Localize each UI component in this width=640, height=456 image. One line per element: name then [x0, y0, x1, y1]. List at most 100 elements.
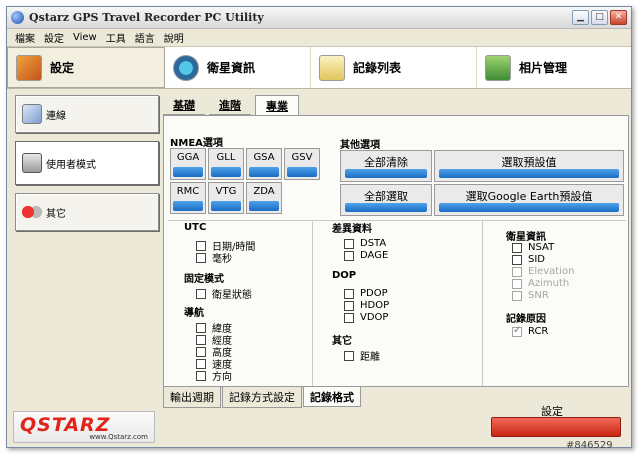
option-pdop[interactable]: PDOP — [344, 288, 388, 299]
checkbox[interactable] — [196, 346, 206, 357]
nmea-gsa-label: GSA — [253, 152, 275, 163]
tab-basic[interactable]: 基礎 — [163, 95, 205, 115]
fix-mode-title: 固定模式 — [184, 274, 224, 285]
tab-log-format[interactable]: 記錄格式 — [303, 387, 361, 407]
select-google-earth-button[interactable]: 選取Google Earth預設值 — [434, 184, 624, 216]
sidebar-item-connect[interactable]: 連線 — [15, 95, 159, 133]
tab-advanced[interactable]: 進階 — [209, 95, 251, 115]
checkbox — [512, 290, 522, 301]
checkbox[interactable] — [512, 254, 522, 265]
option-vdop[interactable]: VDOP — [344, 312, 388, 323]
option-hdop[interactable]: HDOP — [344, 300, 389, 311]
select-google-earth-label: 選取Google Earth預設值 — [465, 190, 593, 203]
checkbox[interactable] — [344, 250, 354, 261]
tab-satellite-label: 衛星資訊 — [207, 61, 256, 75]
sidebar-item-user-mode[interactable]: 使用者模式 — [15, 141, 159, 185]
nmea-gga-button[interactable]: GGA — [170, 148, 206, 180]
tab-output-period[interactable]: 輸出週期 — [163, 387, 221, 408]
nmea-gsa-button[interactable]: GSA — [246, 148, 282, 180]
nmea-zda-button[interactable]: ZDA — [246, 182, 282, 214]
checkbox[interactable] — [344, 312, 354, 323]
checkbox[interactable] — [512, 242, 522, 253]
option-label: DAGE — [360, 250, 389, 261]
nmea-gsv-label: GSV — [291, 152, 313, 163]
checkbox[interactable] — [196, 240, 206, 251]
option-satellite-status[interactable]: 衛星狀態 — [196, 288, 252, 301]
tab-log-method[interactable]: 記錄方式設定 — [222, 387, 302, 408]
option-dsta[interactable]: DSTA — [344, 238, 386, 249]
clear-all-button[interactable]: 全部清除 — [340, 150, 432, 182]
sidebar-item-label: 使用者模式 — [46, 159, 96, 171]
option-label: 毫秒 — [212, 254, 232, 265]
menu-tools[interactable]: 工具 — [106, 30, 126, 45]
select-default-button[interactable]: 選取預設值 — [434, 150, 624, 182]
nmea-gll-button[interactable]: GLL — [208, 148, 244, 180]
tab-photo-manager[interactable]: 相片管理 — [477, 47, 631, 88]
menu-settings[interactable]: 設定 — [44, 30, 64, 45]
select-default-bar — [439, 169, 619, 178]
tab-settings[interactable]: 設定 — [7, 47, 165, 88]
option-heading[interactable]: 方向 — [196, 370, 232, 383]
minimize-button[interactable]: ▁ — [572, 10, 589, 25]
sidebar-item-label: 連線 — [46, 110, 66, 122]
app-window: Qstarz GPS Travel Recorder PC Utility ▁ … — [6, 6, 632, 448]
menu-file[interactable]: 檔案 — [15, 30, 35, 45]
sidebar-item-other[interactable]: 其它 — [15, 193, 159, 231]
tab-settings-label: 設定 — [50, 61, 75, 75]
checkbox[interactable] — [196, 322, 206, 333]
checkbox[interactable] — [344, 350, 354, 361]
checkbox[interactable] — [344, 300, 354, 311]
apply-button[interactable] — [491, 417, 621, 437]
nmea-zda-bar — [249, 201, 279, 211]
connect-icon — [22, 104, 42, 124]
checkbox — [512, 278, 522, 289]
option-distance[interactable]: 距離 — [344, 350, 380, 363]
option-label: DSTA — [360, 238, 387, 249]
nmea-gsv-button[interactable]: GSV — [284, 148, 320, 180]
menu-language[interactable]: 語言 — [135, 30, 155, 45]
app-icon — [11, 11, 24, 24]
sub-tab-bar: 基礎 進階 專業 — [163, 95, 303, 115]
option-label: Elevation — [528, 266, 575, 277]
nmea-vtg-button[interactable]: VTG — [208, 182, 244, 214]
checkbox[interactable] — [344, 288, 354, 299]
option-milliseconds[interactable]: 毫秒 — [196, 252, 232, 265]
checkbox[interactable] — [196, 334, 206, 345]
option-sid[interactable]: SID — [512, 254, 545, 265]
settings-icon — [16, 54, 42, 81]
option-nsat[interactable]: NSAT — [512, 242, 554, 253]
option-label: SID — [528, 254, 545, 265]
option-label: 距離 — [360, 352, 380, 363]
tab-satellite-info[interactable]: 衛星資訊 — [165, 47, 311, 88]
checkbox[interactable] — [196, 370, 206, 381]
tab-log-list[interactable]: 記錄列表 — [311, 47, 477, 88]
sidebar: 連線 使用者模式 其它 — [15, 95, 159, 239]
nmea-gll-label: GLL — [216, 152, 236, 163]
logo-url: www.Qstarz.com — [89, 433, 148, 441]
checkbox[interactable] — [344, 238, 354, 249]
tab-professional[interactable]: 專業 — [255, 95, 299, 115]
menu-view[interactable]: View — [73, 32, 97, 43]
nmea-rmc-button[interactable]: RMC — [170, 182, 206, 214]
user-mode-icon — [22, 153, 42, 173]
option-label: PDOP — [360, 288, 388, 299]
close-button[interactable]: ✕ — [610, 10, 627, 25]
select-all-button[interactable]: 全部選取 — [340, 184, 432, 216]
checkbox[interactable] — [196, 252, 206, 263]
option-rcr: RCR — [512, 325, 548, 337]
utc-title: UTC — [184, 222, 207, 233]
column-divider-1 — [312, 220, 313, 386]
column-divider-2 — [482, 220, 483, 386]
dop-title: DOP — [332, 270, 357, 281]
select-default-label: 選取預設值 — [501, 156, 557, 169]
select-all-label: 全部選取 — [364, 190, 408, 203]
option-dage[interactable]: DAGE — [344, 250, 388, 261]
checkbox[interactable] — [196, 358, 206, 369]
menu-help[interactable]: 說明 — [164, 30, 184, 45]
checkbox[interactable] — [196, 288, 206, 299]
other-icon — [22, 202, 42, 222]
select-all-bar — [345, 203, 427, 212]
title-bar: Qstarz GPS Travel Recorder PC Utility ▁ … — [7, 7, 631, 29]
maximize-button[interactable]: □ — [591, 10, 608, 25]
other-options-title: 其他選項 — [340, 140, 380, 151]
